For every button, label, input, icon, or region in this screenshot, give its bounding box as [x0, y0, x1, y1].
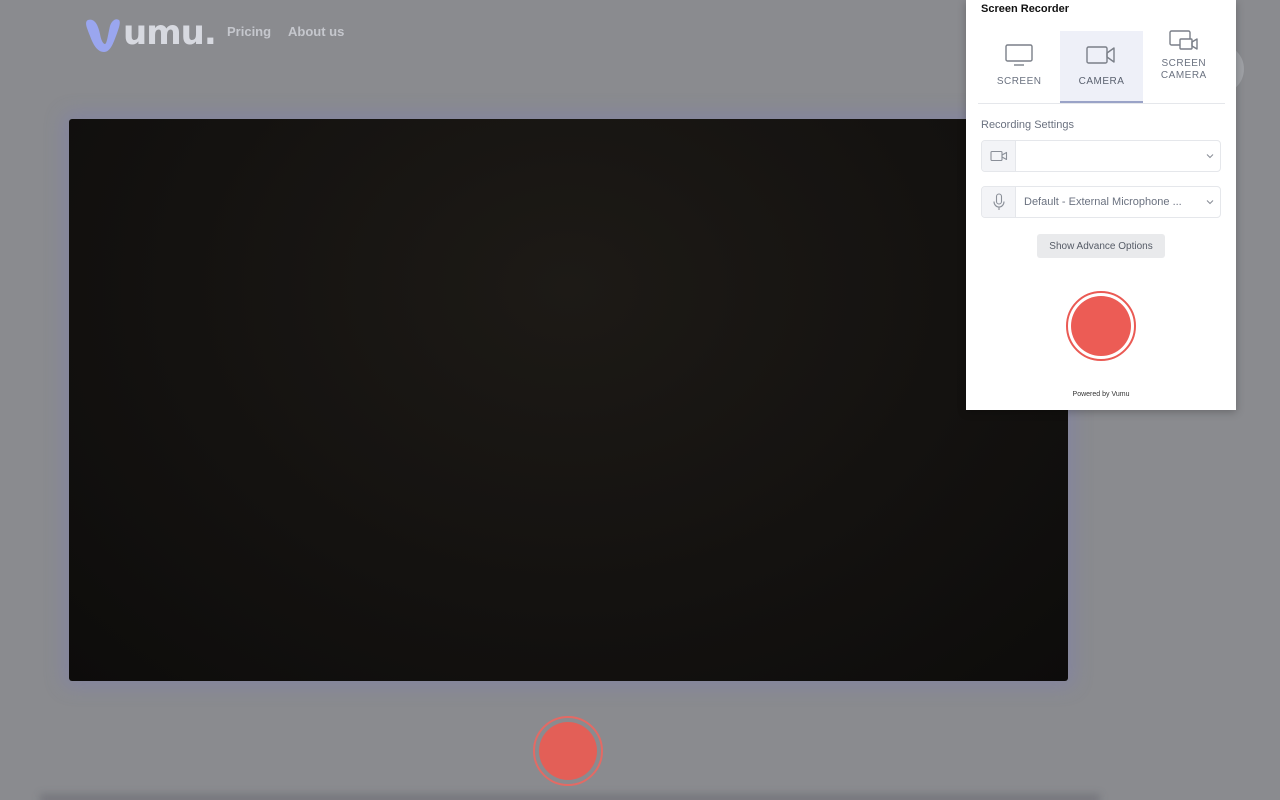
screen-recorder-popup: Screen Recorder SCREEN CAMERA SCREEN CAM…	[966, 0, 1236, 410]
show-advance-options-button[interactable]: Show Advance Options	[1037, 234, 1165, 258]
powered-by-text: Powered by Vumu	[1072, 391, 1130, 398]
video-camera-icon	[982, 141, 1016, 171]
logo-wordmark: umu.	[123, 13, 217, 53]
microphone-select[interactable]: Default - External Microphone ...	[981, 186, 1221, 218]
logo-v-mark	[84, 14, 122, 54]
camera-preview	[69, 119, 1068, 681]
tab-screen-camera-line1: SCREEN	[1161, 58, 1207, 69]
start-recording-button[interactable]	[1066, 291, 1136, 361]
video-camera-icon	[1085, 31, 1117, 72]
tab-camera-label: CAMERA	[1078, 76, 1125, 87]
chevron-down-icon	[1200, 199, 1220, 205]
page-record-button[interactable]	[533, 716, 603, 786]
tab-screen-camera-line2: CAMERA	[1160, 70, 1207, 81]
nav-pricing-link[interactable]: Pricing	[227, 24, 271, 39]
screen-camera-icon	[1168, 30, 1200, 58]
tab-screen-camera-label: SCREEN CAMERA	[1161, 58, 1207, 82]
tab-screen[interactable]: SCREEN	[978, 31, 1060, 103]
vumu-logo[interactable]: umu.	[84, 8, 217, 54]
monitor-icon	[1004, 31, 1034, 72]
tab-screen-camera[interactable]: SCREEN CAMERA	[1143, 30, 1225, 103]
camera-select[interactable]	[981, 140, 1221, 172]
recording-mode-tabs: SCREEN CAMERA SCREEN CAMERA	[978, 30, 1225, 104]
microphone-icon	[982, 187, 1016, 217]
tab-screen-label: SCREEN	[996, 76, 1042, 87]
popup-title: Screen Recorder	[981, 3, 1070, 15]
record-dot	[1071, 296, 1131, 356]
chevron-down-icon	[1200, 153, 1220, 159]
recording-settings-heading: Recording Settings	[981, 119, 1074, 131]
page-record-dot	[539, 722, 597, 780]
nav-about-link[interactable]: About us	[288, 24, 344, 39]
page-bottom-shadow	[40, 794, 1100, 800]
tab-camera[interactable]: CAMERA	[1060, 31, 1143, 103]
microphone-select-value: Default - External Microphone ...	[1024, 196, 1182, 208]
